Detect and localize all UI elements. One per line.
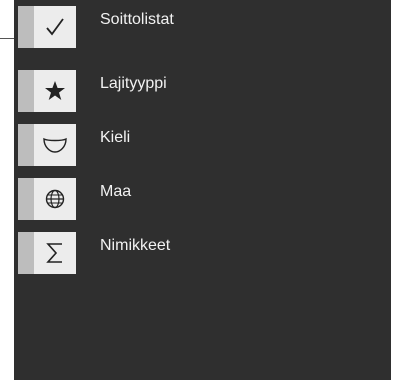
menu-item-label: Kieli — [100, 129, 131, 146]
menu-item-tile — [18, 178, 76, 220]
tile-accent-bar — [18, 6, 34, 48]
menu-item-tile — [18, 232, 76, 274]
menu-item-label: Maa — [100, 183, 132, 200]
menu-item-label: Nimikkeet — [100, 237, 171, 254]
menu-item-playlists[interactable]: Soittolistat — [18, 6, 378, 50]
checkmark-icon — [34, 6, 76, 48]
tile-accent-bar — [18, 70, 34, 112]
globe-icon — [34, 178, 76, 220]
menu-item-label: Lajityyppi — [100, 75, 167, 92]
menu-item-genre[interactable]: Lajityyppi — [18, 70, 378, 114]
menu-item-language[interactable]: Kieli — [18, 124, 378, 168]
menu-item-tile — [18, 70, 76, 112]
speech-bubble-icon — [34, 124, 76, 166]
star-icon — [34, 70, 76, 112]
tile-accent-bar — [18, 124, 34, 166]
menu-item-label: Soittolistat — [100, 11, 174, 28]
tile-accent-bar — [18, 178, 34, 220]
menu-panel: Soittolistat Lajityyppi Kieli Maa Nimikk… — [14, 0, 393, 380]
connector-line — [0, 38, 14, 39]
sigma-icon — [34, 232, 76, 274]
menu-item-country[interactable]: Maa — [18, 178, 378, 222]
tile-accent-bar — [18, 232, 34, 274]
menu-item-titles[interactable]: Nimikkeet — [18, 232, 378, 276]
menu-item-tile — [18, 6, 76, 48]
menu-item-tile — [18, 124, 76, 166]
